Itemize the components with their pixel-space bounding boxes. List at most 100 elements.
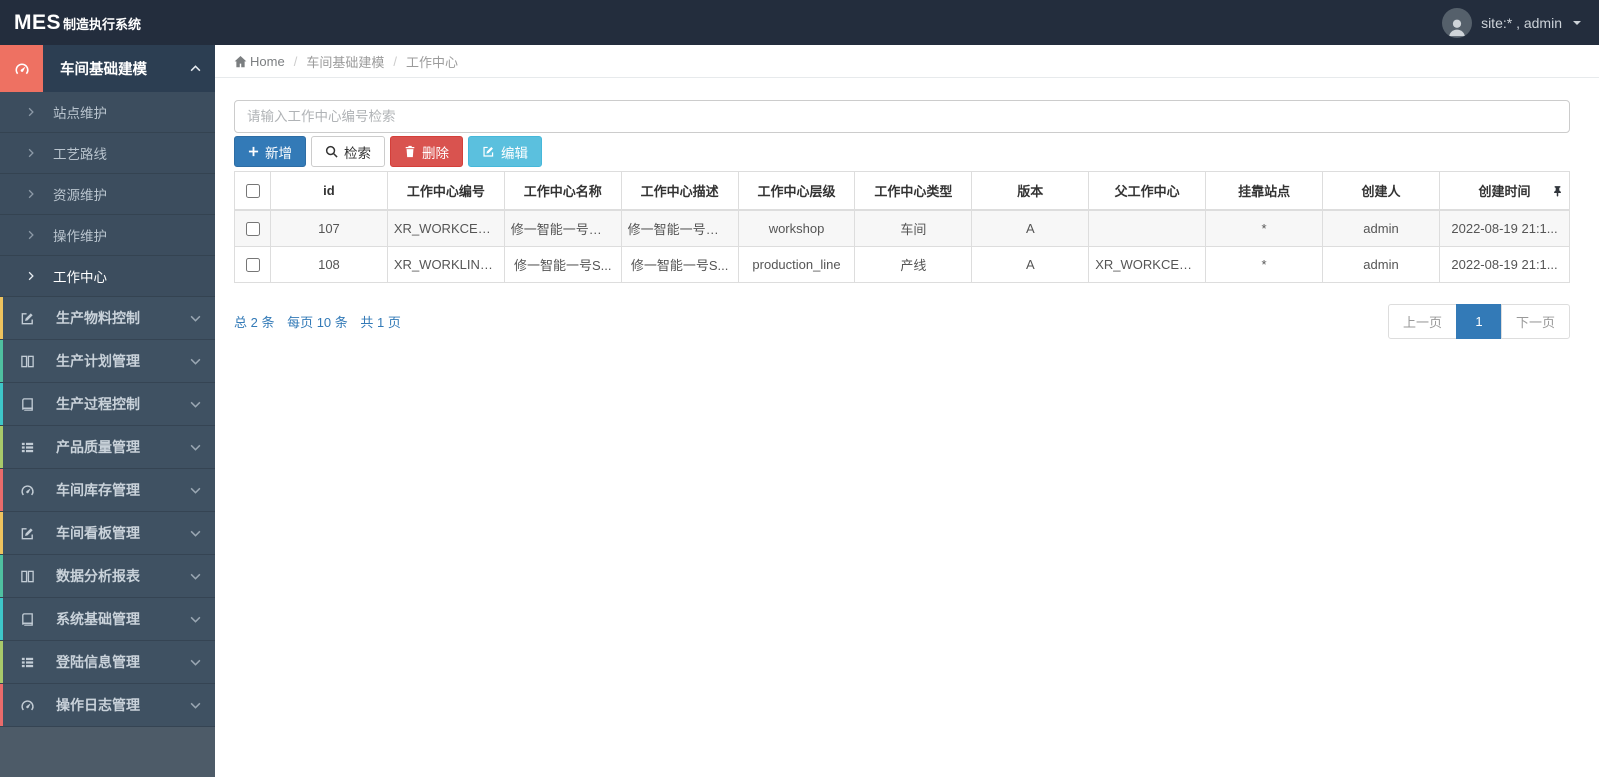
- chevron-down-icon: [190, 702, 201, 709]
- table-cell: 108: [270, 246, 388, 283]
- select-all-cell: [234, 171, 271, 211]
- sidebar-item-product-quality-management[interactable]: 产品质量管理: [0, 426, 215, 469]
- table-row[interactable]: 107 XR_WORKCEN... 修一智能一号车间 修一智能一号车间 work…: [234, 209, 1570, 247]
- search-button-label: 检索: [344, 145, 371, 161]
- breadcrumb-home-label: Home: [250, 53, 285, 69]
- item-color-strip: [0, 340, 3, 382]
- thumbtack-icon[interactable]: [1553, 185, 1562, 197]
- table-cell: 修一智能一号车间: [620, 209, 739, 247]
- item-color-strip: [0, 512, 3, 554]
- column-header: 父工作中心: [1088, 171, 1207, 211]
- page-body: 新增 检索 删除 编辑: [215, 78, 1599, 339]
- sidebar-item-label: 车间库存管理: [56, 482, 140, 498]
- work-center-table: id 工作中心编号 工作中心名称 工作中心描述 工作中心层级 工作中心类型 版本…: [234, 171, 1570, 283]
- home-icon: [234, 55, 247, 67]
- prev-page-button[interactable]: 上一页: [1387, 304, 1457, 339]
- search-button[interactable]: 检索: [311, 136, 385, 167]
- page-size: 每页 10 条: [287, 315, 348, 330]
- table-cell: *: [1205, 209, 1324, 247]
- column-header: 版本: [971, 171, 1090, 211]
- search-input[interactable]: [234, 100, 1570, 133]
- sidebar-subitem-label: 操作维护: [53, 229, 107, 244]
- sidebar-item-label: 生产过程控制: [56, 396, 140, 412]
- app-logo-primary: MES: [14, 10, 62, 34]
- sidebar-item-workshop-basic-modeling[interactable]: 车间基础建模: [0, 45, 215, 92]
- sidebar-item-label: 数据分析报表: [56, 568, 140, 584]
- sidebar-item-label: 登陆信息管理: [56, 654, 140, 670]
- plus-icon: [248, 146, 259, 157]
- table-cell: admin: [1322, 246, 1440, 283]
- sidebar-subitem-station-maintenance[interactable]: 站点维护: [0, 92, 215, 133]
- item-color-strip: [0, 555, 3, 597]
- page-button-1[interactable]: 1: [1455, 304, 1502, 339]
- table-row[interactable]: 108 XR_WORKLINE... 修一智能一号S... 修一智能一号S...…: [234, 246, 1570, 283]
- sidebar-filler: [0, 727, 215, 777]
- table-cell: A: [971, 209, 1090, 247]
- row-checkbox[interactable]: [245, 222, 260, 237]
- breadcrumb-item[interactable]: 车间基础建模: [306, 52, 384, 71]
- pagination-summary: 总 2 条 每页 10 条 共 1 页: [234, 312, 410, 331]
- sidebar-subitem-work-center[interactable]: 工作中心: [0, 256, 215, 297]
- columns-icon: [15, 569, 39, 584]
- chevron-right-icon: [28, 189, 34, 199]
- column-header: 创建人: [1322, 171, 1440, 211]
- sidebar-item-login-info-management[interactable]: 登陆信息管理: [0, 641, 215, 684]
- breadcrumb-separator: /: [293, 53, 298, 69]
- table-cell: XR_WORKCEN...: [386, 209, 505, 247]
- sidebar-item-production-process-control[interactable]: 生产过程控制: [0, 383, 215, 426]
- table-cell: 车间: [854, 209, 973, 247]
- column-header: 挂靠站点: [1205, 171, 1324, 211]
- sidebar-subitem-operation-maintenance[interactable]: 操作维护: [0, 215, 215, 256]
- item-color-strip: [0, 426, 3, 468]
- main-content: Home / 车间基础建模 / 工作中心 新增 检索 删除: [215, 45, 1599, 777]
- item-color-strip: [0, 469, 3, 511]
- row-checkbox[interactable]: [245, 258, 260, 273]
- sidebar-item-label: 操作日志管理: [56, 697, 140, 713]
- sidebar-item-label: 生产计划管理: [56, 353, 140, 369]
- add-button-label: 新增: [265, 145, 292, 161]
- sidebar-item-production-plan-management[interactable]: 生产计划管理: [0, 340, 215, 383]
- sidebar-item-label: 车间基础建模: [60, 62, 147, 78]
- sidebar-item-data-analysis-report[interactable]: 数据分析报表: [0, 555, 215, 598]
- select-all-checkbox[interactable]: [245, 184, 260, 199]
- table-cell: [1088, 209, 1207, 247]
- chevron-down-icon: [190, 358, 201, 365]
- sidebar-item-system-basic-management[interactable]: 系统基础管理: [0, 598, 215, 641]
- sidebar-subitem-process-route[interactable]: 工艺路线: [0, 133, 215, 174]
- column-header: id: [270, 171, 388, 211]
- sidebar-item-label: 产品质量管理: [56, 439, 140, 455]
- sidebar-item-operation-log-management[interactable]: 操作日志管理: [0, 684, 215, 727]
- sidebar-subitem-resource-maintenance[interactable]: 资源维护: [0, 174, 215, 215]
- edit-button[interactable]: 编辑: [468, 136, 542, 167]
- table-cell: 修一智能一号S...: [620, 246, 739, 283]
- table-header-row: id 工作中心编号 工作中心名称 工作中心描述 工作中心层级 工作中心类型 版本…: [234, 171, 1570, 211]
- add-button[interactable]: 新增: [234, 136, 306, 167]
- row-select-cell: [234, 209, 271, 247]
- sidebar-item-workshop-inventory-management[interactable]: 车间库存管理: [0, 469, 215, 512]
- table-cell: 修一智能一号S...: [503, 246, 622, 283]
- chevron-right-icon: [28, 107, 34, 117]
- sidebar-item-workshop-kanban-management[interactable]: 车间看板管理: [0, 512, 215, 555]
- sidebar-item-production-material-control[interactable]: 生产物料控制: [0, 297, 215, 340]
- table-cell: A: [971, 246, 1090, 283]
- book-icon: [15, 612, 39, 627]
- column-header: 工作中心层级: [737, 171, 856, 211]
- sidebar-subitem-label: 工艺路线: [53, 147, 107, 162]
- topbar: MES 制造执行系统 site:* , admin: [0, 0, 1599, 45]
- chevron-right-icon: [28, 148, 34, 158]
- sidebar: 车间基础建模 站点维护 工艺路线 资源维护 操作维护 工作中心 生产物料控制 生…: [0, 45, 215, 777]
- user-menu[interactable]: site:* , admin: [1442, 7, 1599, 38]
- chevron-down-icon: [190, 573, 201, 580]
- search-icon: [325, 145, 338, 158]
- app-logo-secondary: 制造执行系统: [63, 16, 142, 32]
- breadcrumb-separator: /: [393, 53, 397, 69]
- column-header: 工作中心名称: [503, 171, 622, 211]
- delete-button[interactable]: 删除: [390, 136, 463, 167]
- table-cell: 产线: [854, 246, 973, 283]
- avatar: [1442, 7, 1473, 38]
- column-header: 工作中心类型: [854, 171, 973, 211]
- app-logo[interactable]: MES 制造执行系统: [0, 11, 215, 35]
- breadcrumb-home-link[interactable]: Home: [234, 54, 285, 69]
- chevron-down-icon: [190, 616, 201, 623]
- next-page-button[interactable]: 下一页: [1500, 304, 1570, 339]
